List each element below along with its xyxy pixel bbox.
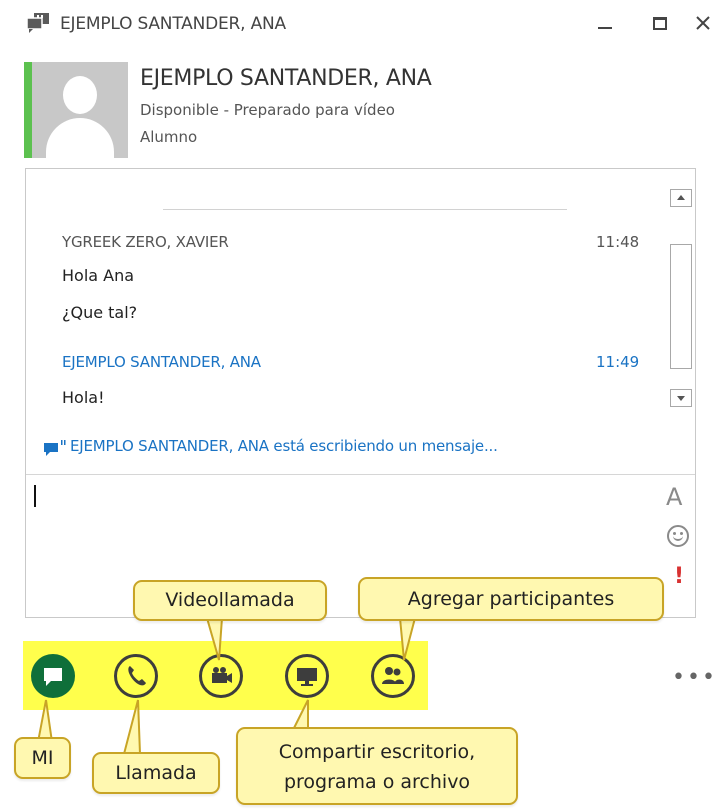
contact-role: Alumno [140,128,198,146]
contact-name[interactable]: EJEMPLO SANTANDER, ANA [140,66,432,91]
phone-icon [128,666,146,686]
callout-im: MI [14,737,71,779]
contact-status: Disponible - Preparado para vídeo [140,101,395,119]
title-bar: EJEMPLO SANTANDER, ANA [0,0,720,52]
video-call-button[interactable] [199,654,243,698]
typing-icon [44,440,66,456]
message-sender: YGREEK ZERO, XAVIER [62,233,229,251]
history-separator [163,209,567,210]
avatar[interactable] [32,62,128,158]
callout-share-line2: programa o archivo [283,771,471,793]
im-button[interactable] [31,654,75,698]
history-scrollbar[interactable] [670,189,692,409]
priority-button[interactable]: ! [674,564,684,589]
video-camera-icon [212,667,232,683]
callout-call-label: Llamada [115,762,197,784]
callout-im-label: MI [31,747,54,769]
typing-indicator: EJEMPLO SANTANDER, ANA está escribiendo … [44,435,684,459]
presence-indicator [24,62,32,158]
callout-participants: Agregar participantes [358,577,664,621]
message-time: 11:49 [596,353,640,371]
window-title: EJEMPLO SANTANDER, ANA [60,14,286,34]
minimize-icon [598,27,612,29]
message-text: Hola Ana [62,266,135,285]
callout-call: Llamada [92,752,220,794]
text-cursor [34,485,36,507]
close-icon [696,16,710,30]
callout-share: Compartir escritorio, programa o archivo [236,727,518,805]
callout-video: Videollamada [133,580,327,621]
maximize-icon [653,17,667,30]
message-history: YGREEK ZERO, XAVIER 11:48 Hola Ana ¿Que … [26,169,695,421]
conversation-app-icon [26,13,49,33]
add-participants-button[interactable] [371,654,415,698]
maximize-button[interactable] [647,10,673,36]
call-button[interactable] [114,654,158,698]
more-options-button[interactable]: ••• [672,665,717,690]
share-button[interactable] [285,654,329,698]
monitor-icon [297,668,317,686]
scroll-thumb[interactable] [670,244,692,369]
message-sender: EJEMPLO SANTANDER, ANA [62,353,261,371]
message-text: Hola! [62,388,105,407]
scroll-down-button[interactable] [670,389,692,407]
people-icon [382,667,404,684]
conversation-panel: YGREEK ZERO, XAVIER 11:48 Hola Ana ¿Que … [25,168,696,618]
message-text: ¿Que tal? [62,303,138,322]
callout-share-line1: Compartir escritorio, [278,741,476,763]
message-time: 11:48 [596,233,640,251]
callout-participants-label: Agregar participantes [407,588,615,610]
typing-text: EJEMPLO SANTANDER, ANA está escribiendo … [70,437,498,455]
contact-header: EJEMPLO SANTANDER, ANA Disponible - Prep… [22,62,692,162]
font-button[interactable]: A [666,483,682,511]
chat-bubble-icon [44,668,62,686]
smiley-icon[interactable] [667,525,689,547]
minimize-button[interactable] [592,10,618,36]
close-button[interactable] [690,10,716,36]
scroll-up-button[interactable] [670,189,692,207]
callout-video-label: Videollamada [165,589,295,611]
